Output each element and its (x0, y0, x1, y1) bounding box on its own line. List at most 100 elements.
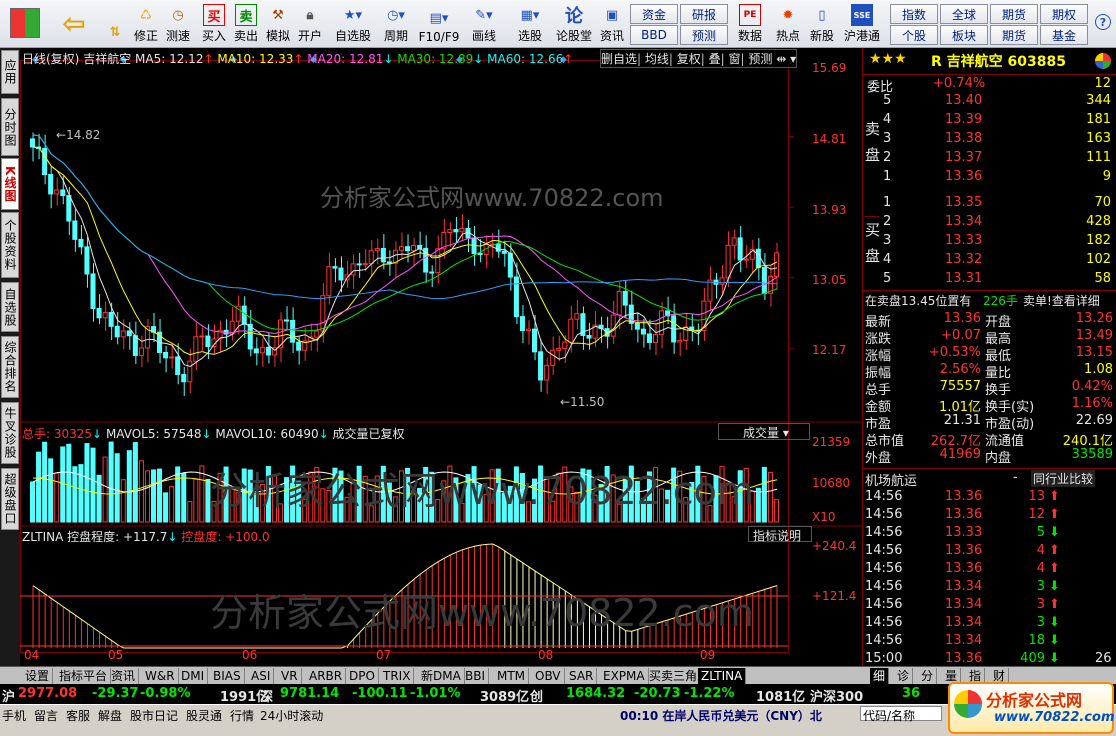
bottom-tab-14[interactable]: OBV (532, 668, 565, 684)
buy-level-3[interactable]: 3 13.33 182 (863, 232, 1116, 250)
bottom-tab-2[interactable]: 资讯 (108, 668, 140, 684)
bottom-tab-18[interactable]: ZLTINA (698, 668, 747, 684)
bottom-tab-4[interactable]: DMI (178, 668, 209, 684)
bottom-tab-3[interactable]: W&R (142, 668, 179, 684)
f10-button[interactable]: ▤▾ F10/F9 (416, 2, 462, 46)
candle-body (743, 258, 749, 261)
watchlist-button[interactable]: ★▾ 自选股 (332, 2, 374, 46)
sector-button[interactable]: 板块 (940, 25, 988, 45)
candle-body (447, 229, 453, 234)
stat-row: 外盘 41969 内盘 33589 (865, 447, 1113, 466)
candle-body (181, 373, 187, 383)
buy-level-1[interactable]: 1 13.35 70 (863, 194, 1116, 212)
tab-watchlist[interactable]: 自选股 (1, 282, 19, 332)
index-button[interactable]: 指数 (890, 4, 938, 24)
predict-button[interactable]: 预测 (748, 52, 772, 66)
sell-level-5[interactable]: 5 13.40 344 (863, 92, 1116, 110)
speed-test-button[interactable]: ◷ 测速 (162, 2, 194, 46)
search-input[interactable]: 代码/名称 (860, 706, 942, 723)
sell-button[interactable]: 卖卖出 (230, 2, 262, 46)
tab-profile[interactable]: 个股资料 (1, 212, 19, 278)
hotspot-button[interactable]: ✹ 热点 (772, 2, 804, 46)
indicator-help-button[interactable]: 指标说明 (748, 526, 812, 543)
kline-chart[interactable]: ◆◆◆◆◆◆◆ 日线(复权) 吉祥航空 MA5: 12.12↑ MA10: 12… (20, 48, 862, 666)
buy-level-2[interactable]: 2 13.34 428 (863, 213, 1116, 231)
sell-level-2[interactable]: 2 13.37 111 (863, 149, 1116, 167)
arrows-icon[interactable]: ⇹ ▾ (776, 52, 796, 66)
options-button[interactable]: 期权 (1040, 4, 1088, 24)
bottom-tab-1[interactable]: 指标平台 (56, 668, 112, 684)
open-account-button[interactable]: 🔒︎ 开户 (294, 2, 326, 46)
global-button[interactable]: 全球 (940, 4, 988, 24)
adjust-button[interactable]: 复权 (677, 52, 701, 66)
bottom-tab-9[interactable]: DPO (346, 668, 379, 684)
tab-apps[interactable]: 应用 (1, 50, 19, 94)
hk-connect-button[interactable]: SSE 沪港通 (842, 2, 882, 46)
bbd-button[interactable]: BBD (630, 25, 678, 45)
pie-icon[interactable] (1095, 53, 1111, 69)
sell-level-3[interactable]: 3 13.38 163 (863, 130, 1116, 148)
simulate-button[interactable]: ⚒ 模拟 (262, 2, 294, 46)
window-button[interactable]: 窗 (729, 52, 741, 66)
right-tab-0[interactable]: 细 (870, 668, 890, 684)
ipo-button[interactable]: ▯ 新股 (806, 2, 838, 46)
buy-level-4[interactable]: 4 13.32 102 (863, 251, 1116, 269)
period-button[interactable]: ◷▾ 周期 (376, 2, 416, 46)
right-tab-1[interactable]: 诊 (894, 668, 914, 684)
bottom-tab-12[interactable]: BBI (462, 668, 490, 684)
sell-level-4[interactable]: 4 13.39 181 (863, 111, 1116, 129)
trade-tick-row: 14:56 13.34 3 ⬆ (865, 597, 1060, 612)
forecast-button[interactable]: 预测 (680, 25, 728, 45)
back-button[interactable]: ⇦ (56, 2, 92, 46)
fix-button[interactable]: ♺ 修正 (130, 2, 162, 46)
app-logo-icon[interactable] (6, 2, 44, 46)
remove-watch-button[interactable]: 删自选 (601, 52, 637, 66)
tab-timeline[interactable]: 分时图 (1, 98, 19, 156)
chart-canvas[interactable]: ◆◆◆◆◆◆◆ (20, 48, 862, 666)
tab-super-level[interactable]: 超级盘口 (1, 468, 19, 530)
ma10-label: MA10: 12.33 (217, 52, 294, 66)
stat-row: 振幅 2.56% 量比 1.08 (865, 362, 1113, 381)
buy-level-5[interactable]: 5 13.31 58 (863, 270, 1116, 288)
sell-level-1[interactable]: 1 13.36 9 (863, 168, 1116, 186)
vol-tick-1: 10680 (812, 476, 851, 490)
draw-line-button[interactable]: ✎▾ 画线 (464, 2, 504, 46)
fund2-button[interactable]: 基金 (1040, 25, 1088, 45)
bottom-tab-17[interactable]: 买卖三角 (646, 668, 702, 684)
news-button[interactable]: ▣ 资讯 (596, 2, 628, 46)
volume-dropdown[interactable]: 成交量 ▾ (718, 423, 810, 440)
price-tick-4: 12.17 (812, 343, 847, 357)
forum-button[interactable]: 论论股堂 (552, 2, 596, 46)
bottom-tab-15[interactable]: SAR (566, 668, 598, 684)
bottom-tab-5[interactable]: BIAS (210, 668, 245, 684)
tab-kline[interactable]: K线图 (1, 158, 19, 210)
futures-button[interactable]: 期货 (990, 4, 1038, 24)
bottom-tab-0[interactable]: 设置 (22, 668, 54, 684)
compare-button[interactable]: 同行业比较 (1031, 470, 1096, 487)
ma-button[interactable]: 均线 (645, 52, 669, 66)
buy-button[interactable]: 买买入 (198, 2, 230, 46)
ma30-label: MA30: 12.89 (397, 52, 474, 66)
futures2-button[interactable]: 期货 (990, 25, 1038, 45)
bottom-tab-6[interactable]: ASI (248, 668, 275, 684)
view-detail-link[interactable]: 卖单!查看详细 (1023, 292, 1100, 309)
tab-ranking[interactable]: 综合排名 (1, 336, 19, 398)
stock-picker-button[interactable]: ▦▾ 选股 (510, 2, 550, 46)
research-button[interactable]: 研报 (680, 4, 728, 24)
bottom-tab-16[interactable]: EXPMA (600, 668, 649, 684)
bottom-tab-8[interactable]: ARBR (306, 668, 347, 684)
bottom-tab-13[interactable]: MTM (494, 668, 530, 684)
stock-button[interactable]: 个股 (890, 25, 938, 45)
help-icon[interactable]: ? (1092, 2, 1114, 46)
period-label: 日线(复权) (22, 52, 80, 66)
data-button[interactable]: PE 数据 (734, 2, 766, 46)
candle-body (610, 314, 616, 337)
bottom-tab-7[interactable]: VR (278, 668, 302, 684)
bottom-tab-11[interactable]: 新DMA (418, 668, 465, 684)
fund-button[interactable]: 资金 (630, 4, 678, 24)
right-tab-2[interactable]: 分 (918, 668, 938, 684)
bottom-tab-10[interactable]: TRIX (380, 668, 415, 684)
overlay-button[interactable]: 叠 (709, 52, 721, 66)
up-down-arrows-icon[interactable]: ⇅ (100, 2, 130, 46)
tab-diagnose[interactable]: 牛叉诊股 (1, 402, 19, 464)
